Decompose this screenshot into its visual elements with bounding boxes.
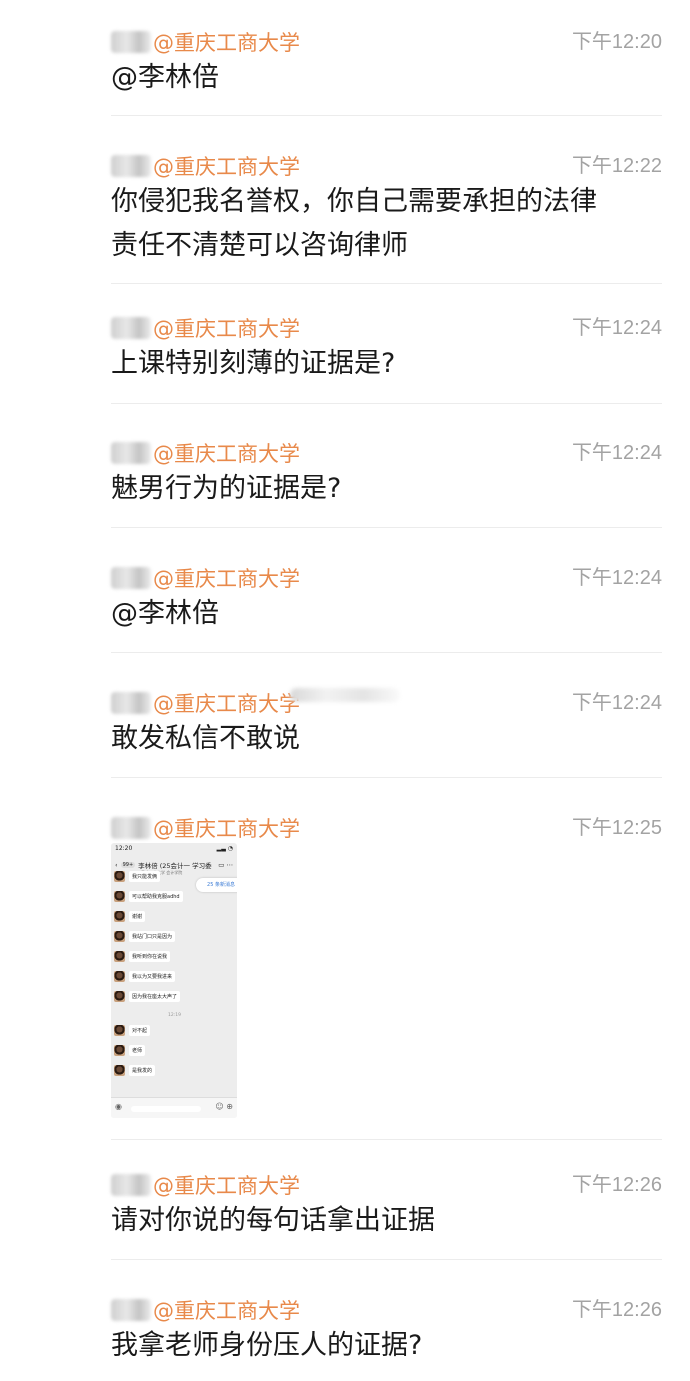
message-text: 你侵犯我名誉权，你自己需要承担的法律 <box>111 186 597 217</box>
input-bar: ◉ ☺ ⊕ <box>111 1097 237 1118</box>
avatar <box>114 1025 125 1036</box>
chat-row: 我站门口只是因为 <box>114 931 176 942</box>
message-time: 下午12:24 <box>571 692 662 714</box>
redacted-avatar-name <box>111 567 151 589</box>
avatar <box>114 1045 125 1056</box>
attached-screenshot-image[interactable]: 12:20 ▂▃ ◔ ‹ 99+ 李林倍 (25会计一 学习委 ▭ ⋯ 重庆工商大学 会计学… <box>111 843 237 1118</box>
message-divider <box>111 652 662 653</box>
chat-row: 对不起 <box>114 1025 151 1036</box>
chat-row: 因为我在座太大声了 <box>114 991 181 1002</box>
avatar <box>114 911 125 922</box>
message-time: 下午12:26 <box>571 1174 662 1196</box>
message-divider <box>111 115 662 116</box>
message-time: 下午12:24 <box>571 442 662 464</box>
message-time: 下午12:22 <box>571 155 662 177</box>
chat-row: 可以帮助我克服adhd <box>114 891 183 902</box>
chat-row: 是我发的 <box>114 1065 156 1076</box>
sender-name[interactable]: @重庆工商大学 <box>153 813 300 843</box>
back-icon: ‹ <box>115 861 118 869</box>
message-header: @重庆工商大学 <box>111 688 300 718</box>
blur-smear <box>290 688 400 702</box>
message-time: 下午12:25 <box>571 817 662 839</box>
avatar <box>114 971 125 982</box>
redacted-avatar-name <box>111 1299 151 1321</box>
sender-name[interactable]: @重庆工商大学 <box>153 1295 300 1325</box>
chat-row: 我听到你在说我 <box>114 951 171 962</box>
avatar <box>114 871 125 882</box>
message-time: 下午12:24 <box>571 317 662 339</box>
message-header: @重庆工商大学 <box>111 151 300 181</box>
redacted-avatar-name <box>111 442 151 464</box>
avatar <box>114 891 125 902</box>
sender-name[interactable]: @重庆工商大学 <box>153 313 300 343</box>
message-time: 下午12:24 <box>571 567 662 589</box>
redacted-avatar-name <box>111 155 151 177</box>
message-header: @重庆工商大学 <box>111 813 300 843</box>
message-divider <box>111 1139 662 1140</box>
message-time: 下午12:26 <box>571 1299 662 1321</box>
redacted-avatar-name <box>111 817 151 839</box>
avatar <box>114 991 125 1002</box>
status-bar: 12:20 ▂▃ ◔ <box>115 845 233 852</box>
sender-name[interactable]: @重庆工商大学 <box>153 1170 300 1200</box>
sender-name[interactable]: @重庆工商大学 <box>153 438 300 468</box>
avatar <box>114 1065 125 1076</box>
message-text: 责任不清楚可以咨询律师 <box>111 230 408 261</box>
message-text: 请对你说的每句话拿出证据 <box>111 1205 435 1236</box>
message-header: @重庆工商大学 <box>111 1170 300 1200</box>
message-header: @重庆工商大学 <box>111 438 300 468</box>
message-text: 魅男行为的证据是? <box>111 473 342 504</box>
message-divider <box>111 777 662 778</box>
chat-row: 我只能发俩 <box>114 871 161 882</box>
message-header: @重庆工商大学 <box>111 563 300 593</box>
message-text: @李林倍 <box>111 598 219 629</box>
chat-row: 老师 <box>114 1045 146 1056</box>
avatar <box>114 931 125 942</box>
message-header: @重庆工商大学 <box>111 313 300 343</box>
chat-row: 谢谢 <box>114 911 146 922</box>
message-text: 敢发私信不敢说 <box>111 723 300 754</box>
message-text: 上课特别刻薄的证据是? <box>111 348 396 379</box>
avatar <box>114 951 125 962</box>
sender-name[interactable]: @重庆工商大学 <box>153 151 300 181</box>
message-time: 下午12:20 <box>571 31 662 53</box>
redacted-avatar-name <box>111 317 151 339</box>
message-header: @重庆工商大学 <box>111 27 300 57</box>
message-text: 我拿老师身份压人的证据? <box>111 1330 423 1361</box>
message-divider <box>111 1259 662 1260</box>
message-divider <box>111 527 662 528</box>
message-divider <box>111 283 662 284</box>
redacted-avatar-name <box>111 31 151 53</box>
redacted-avatar-name <box>111 1174 151 1196</box>
new-messages-pill: 25 条新消息 <box>196 878 237 892</box>
message-divider <box>111 403 662 404</box>
sender-name[interactable]: @重庆工商大学 <box>153 688 300 718</box>
chat-row: 我以为又要我进来 <box>114 971 176 982</box>
sender-name[interactable]: @重庆工商大学 <box>153 27 300 57</box>
sender-name[interactable]: @重庆工商大学 <box>153 563 300 593</box>
message-header: @重庆工商大学 <box>111 1295 300 1325</box>
message-text: @李林倍 <box>111 62 219 93</box>
redacted-avatar-name <box>111 692 151 714</box>
